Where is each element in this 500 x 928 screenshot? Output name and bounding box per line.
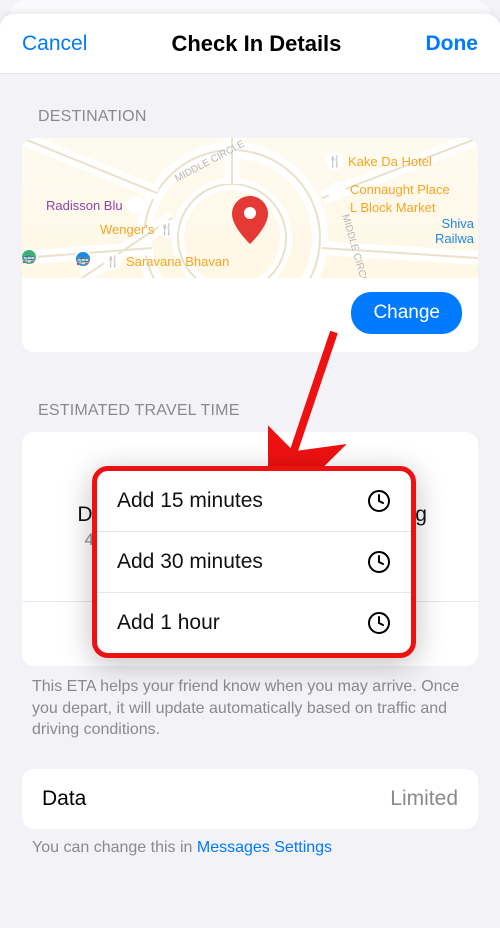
data-value: Limited (390, 787, 458, 811)
done-button[interactable]: Done (425, 32, 478, 56)
poi-saravana: 🍴Saravana Bhavan (104, 252, 229, 270)
poi-radisson: Radisson Blu🛏 (46, 196, 145, 214)
data-footnote: You can change this in Messages Settings (0, 829, 500, 857)
clock-icon (367, 611, 391, 635)
menu-add-1h[interactable]: Add 1 hour (97, 592, 411, 653)
shopping-icon: 🛍 (328, 182, 346, 200)
page-title: Check In Details (171, 31, 341, 57)
data-row[interactable]: Data Limited (22, 769, 478, 829)
restaurant-icon: 🍴 (104, 252, 122, 270)
eta-footnote: This ETA helps your friend know when you… (0, 666, 500, 741)
menu-add-15[interactable]: Add 15 minutes (97, 471, 411, 531)
menu-add-30[interactable]: Add 30 minutes (97, 531, 411, 592)
poi-shiva: ShivaRailwa (435, 216, 474, 246)
transit-icon: 🚌 (22, 248, 38, 266)
nav-bar: Cancel Check In Details Done (0, 14, 500, 74)
data-label: Data (42, 787, 86, 811)
restaurant-icon: 🍴 (326, 152, 344, 170)
map-pin-icon (232, 196, 268, 244)
clock-icon (367, 550, 391, 574)
menu-item-label: Add 30 minutes (117, 550, 263, 574)
travel-header: ESTIMATED TRAVEL TIME (0, 352, 500, 426)
map-preview[interactable]: MIDDLE CIRCLE MIDDLE CIRCLE Radisson Blu… (22, 138, 478, 278)
poi-connaught: 🛍Connaught Place L Block Market (328, 182, 450, 215)
clock-icon (367, 489, 391, 513)
poi-kake: 🍴Kake Da Hotel (326, 152, 432, 170)
menu-item-label: Add 15 minutes (117, 489, 263, 513)
poi-wengers: Wenger's🍴 (100, 220, 176, 238)
extra-time-menu: Add 15 minutes Add 30 minutes Add 1 hour (92, 466, 416, 658)
destination-header: DESTINATION (0, 74, 500, 132)
transit-icon: 🚌 (74, 250, 92, 268)
cancel-button[interactable]: Cancel (22, 32, 87, 56)
restaurant-icon: 🍴 (158, 220, 176, 238)
hotel-icon: 🛏 (127, 196, 145, 214)
menu-item-label: Add 1 hour (117, 611, 220, 635)
change-button[interactable]: Change (351, 292, 462, 334)
destination-card: MIDDLE CIRCLE MIDDLE CIRCLE Radisson Blu… (22, 138, 478, 352)
messages-settings-link[interactable]: Messages Settings (197, 839, 332, 856)
